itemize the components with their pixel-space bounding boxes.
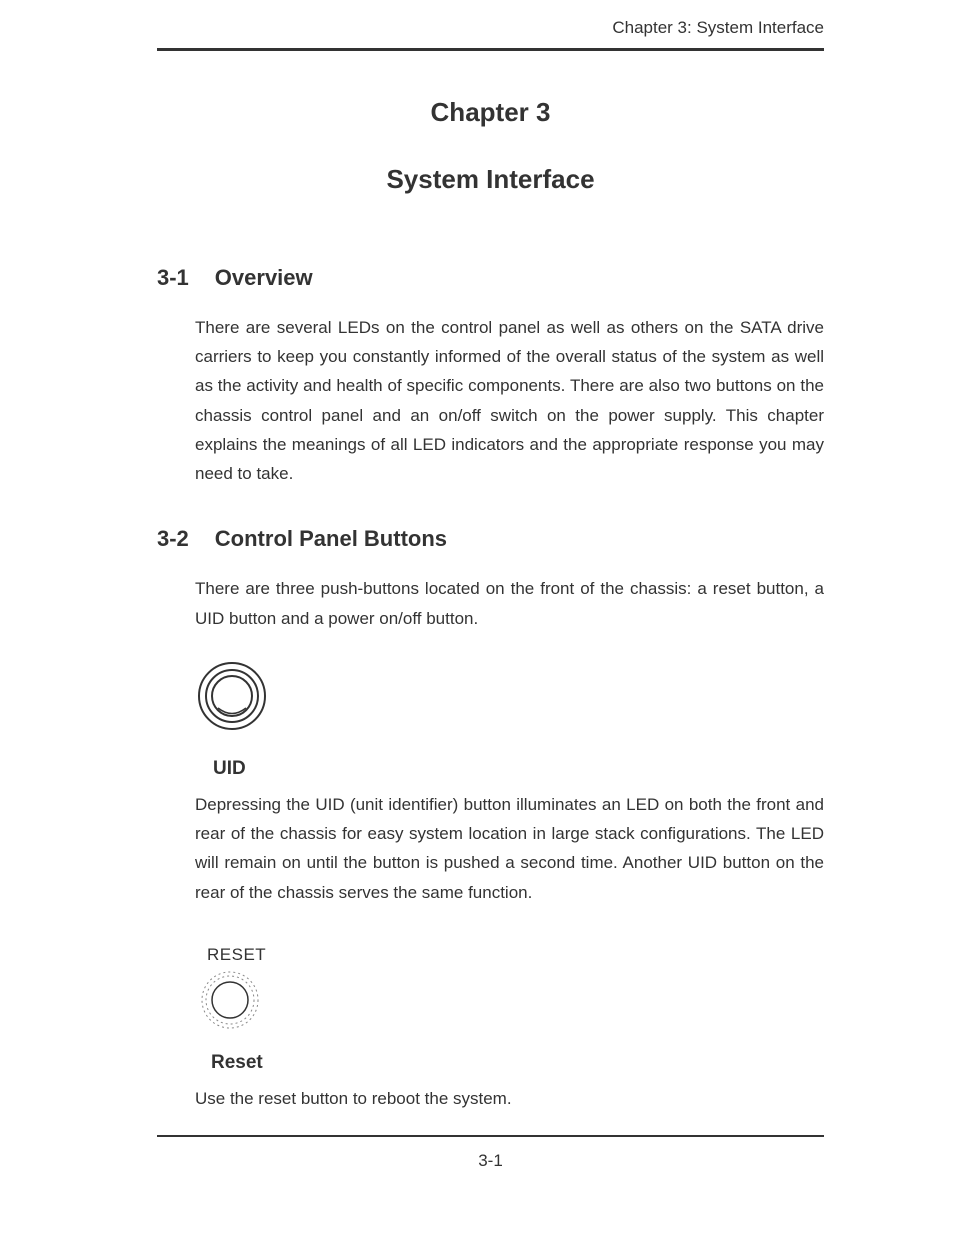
section-number: 3-1: [157, 265, 189, 291]
reset-figure: RESET: [195, 945, 824, 1046]
uid-body: Depressing the UID (unit identifier) but…: [195, 790, 824, 907]
uid-button-icon: [197, 661, 267, 731]
section-heading-overview: 3-1 Overview: [157, 265, 824, 291]
buttons-intro: There are three push-buttons located on …: [195, 574, 824, 632]
running-header: Chapter 3: System Interface: [157, 18, 824, 48]
reset-heading: Reset: [211, 1052, 824, 1074]
reset-top-label: RESET: [207, 945, 824, 965]
section-title: Overview: [215, 265, 313, 291]
uid-heading: UID: [213, 758, 824, 780]
uid-figure: [195, 661, 824, 750]
section-heading-buttons: 3-2 Control Panel Buttons: [157, 526, 824, 552]
chapter-number: Chapter 3: [157, 97, 824, 128]
reset-body: Use the reset button to reboot the syste…: [195, 1084, 824, 1113]
overview-body: There are several LEDs on the control pa…: [195, 313, 824, 488]
header-rule: [157, 48, 824, 51]
page-footer: 3-1: [157, 1135, 824, 1171]
section-title: Control Panel Buttons: [215, 526, 447, 552]
reset-button-icon: [199, 969, 261, 1031]
chapter-title: System Interface: [157, 164, 824, 195]
footer-rule: [157, 1135, 824, 1137]
section-number: 3-2: [157, 526, 189, 552]
page-number: 3-1: [157, 1151, 824, 1171]
